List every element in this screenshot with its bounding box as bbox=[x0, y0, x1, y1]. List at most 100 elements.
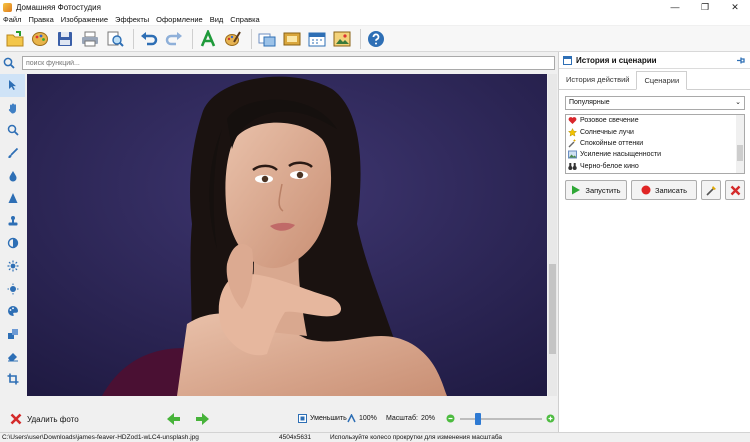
shrink-button[interactable]: Уменьшить bbox=[298, 414, 347, 423]
blur-tool[interactable] bbox=[0, 164, 25, 187]
tab-scenarios[interactable]: Сценарии bbox=[636, 71, 688, 90]
wand-icon bbox=[568, 139, 576, 148]
brush-palette-icon bbox=[225, 30, 241, 46]
delete-photo-button[interactable]: Удалить фото bbox=[10, 413, 79, 425]
sharpen-tool[interactable] bbox=[0, 187, 25, 210]
stamp-tool[interactable] bbox=[0, 210, 25, 233]
layers-button[interactable] bbox=[256, 28, 278, 50]
zoom-slider[interactable] bbox=[460, 413, 542, 425]
menu-view[interactable]: Вид bbox=[210, 15, 224, 24]
menu-image[interactable]: Изображение bbox=[61, 15, 108, 24]
scenario-item[interactable]: Розовое свечение bbox=[566, 115, 744, 126]
menu-design[interactable]: Оформление bbox=[156, 15, 203, 24]
scenario-item[interactable]: Спокойные оттенки bbox=[566, 138, 744, 149]
edit-scenario-button[interactable] bbox=[701, 180, 721, 200]
scenario-actions: Запустить Записать bbox=[565, 180, 745, 200]
photo-canvas[interactable] bbox=[27, 74, 547, 396]
menu-effects[interactable]: Эффекты bbox=[115, 15, 149, 24]
status-file-path: C:\Users\user\Downloads\james-feaver-HDZ… bbox=[2, 434, 199, 441]
record-scenario-button[interactable]: Записать bbox=[631, 180, 697, 200]
play-icon bbox=[572, 185, 581, 195]
redo-icon bbox=[165, 31, 182, 45]
fill-tool[interactable] bbox=[0, 323, 25, 346]
scenario-item[interactable]: Солнечные лучи bbox=[566, 126, 744, 137]
collage-button[interactable] bbox=[331, 28, 353, 50]
cursor-arrow-icon bbox=[8, 80, 16, 91]
canvas-bottom-bar: Удалить фото Уменьшить 100% Масштаб: 20% bbox=[0, 407, 558, 431]
close-window-button[interactable]: ✕ bbox=[720, 0, 750, 14]
window-title: Домашняя Фотостудия bbox=[16, 2, 101, 12]
scrollbar-thumb[interactable] bbox=[737, 145, 743, 161]
run-label: Запустить bbox=[585, 185, 621, 195]
delete-scenario-button[interactable] bbox=[725, 180, 745, 200]
scenario-list-scrollbar[interactable] bbox=[736, 115, 744, 173]
zoom-slider-thumb[interactable] bbox=[475, 413, 482, 425]
status-bar: C:\Users\user\Downloads\james-feaver-HDZ… bbox=[0, 432, 750, 442]
save-button[interactable] bbox=[54, 28, 76, 50]
toolbar-separator bbox=[192, 28, 193, 49]
help-button[interactable] bbox=[365, 28, 387, 50]
calendar-button[interactable] bbox=[306, 28, 328, 50]
eraser-tool[interactable] bbox=[0, 345, 25, 368]
binoculars-icon bbox=[568, 162, 577, 170]
stamp-icon bbox=[8, 215, 17, 226]
toolbar-separator bbox=[251, 28, 252, 49]
menu-edit[interactable]: Правка bbox=[28, 15, 53, 24]
hand-icon bbox=[8, 103, 16, 114]
history-scenarios-panel: История и сценарии История действий Сцен… bbox=[558, 52, 750, 432]
restore-button[interactable]: ❐ bbox=[690, 0, 720, 14]
pointer-tool[interactable] bbox=[0, 74, 25, 97]
brush-tool[interactable] bbox=[0, 142, 25, 165]
scrollbar-thumb[interactable] bbox=[549, 264, 556, 354]
red-x-icon bbox=[730, 185, 740, 195]
effects-catalog-button[interactable] bbox=[29, 28, 51, 50]
color-tool[interactable] bbox=[0, 277, 25, 300]
zoom-out-icon[interactable] bbox=[446, 414, 455, 423]
previous-photo-arrow-icon[interactable] bbox=[166, 412, 181, 426]
brightness-tool[interactable] bbox=[0, 255, 25, 278]
panel-header: История и сценарии bbox=[559, 52, 750, 69]
zoom-100-button[interactable]: 100% bbox=[347, 414, 377, 423]
scenario-label: Солнечные лучи bbox=[580, 128, 634, 136]
toolbar-separator bbox=[360, 28, 361, 49]
image-icon bbox=[568, 150, 577, 159]
run-scenario-button[interactable]: Запустить bbox=[565, 180, 627, 200]
print-button[interactable] bbox=[79, 28, 101, 50]
preview-button[interactable] bbox=[104, 28, 126, 50]
function-search-input[interactable] bbox=[22, 56, 555, 70]
canvas-vertical-scrollbar[interactable] bbox=[548, 74, 557, 396]
tab-history[interactable]: История действий bbox=[559, 71, 636, 89]
frames-button[interactable] bbox=[281, 28, 303, 50]
zoom-in-icon[interactable] bbox=[546, 414, 555, 423]
contrast-icon bbox=[7, 238, 18, 249]
add-text-button[interactable] bbox=[197, 28, 219, 50]
actual-size-icon bbox=[347, 414, 356, 423]
record-label: Записать bbox=[654, 185, 688, 195]
edit-tools-icon bbox=[705, 185, 716, 196]
title-bar: Домашняя Фотостудия — ❐ ✕ bbox=[0, 0, 750, 14]
red-x-icon bbox=[10, 413, 22, 425]
minimize-button[interactable]: — bbox=[660, 0, 690, 14]
crop-icon bbox=[7, 373, 18, 385]
scenario-item[interactable]: Усиление насыщенности bbox=[566, 149, 744, 160]
next-photo-arrow-icon[interactable] bbox=[195, 412, 210, 426]
undo-button[interactable] bbox=[138, 28, 160, 50]
zoom-tool[interactable] bbox=[0, 119, 25, 142]
menu-file[interactable]: Файл bbox=[3, 15, 21, 24]
decorate-button[interactable] bbox=[222, 28, 244, 50]
portrait-photo bbox=[27, 74, 547, 396]
palette-tool[interactable] bbox=[0, 300, 25, 323]
printer-icon bbox=[82, 31, 98, 46]
pin-icon[interactable] bbox=[736, 56, 745, 65]
redo-button[interactable] bbox=[163, 28, 185, 50]
contrast-tool[interactable] bbox=[0, 232, 25, 255]
hand-tool[interactable] bbox=[0, 97, 25, 120]
crop-tool[interactable] bbox=[0, 368, 25, 391]
main-toolbar bbox=[0, 26, 750, 52]
menu-help[interactable]: Справка bbox=[230, 15, 259, 24]
open-folder-button[interactable] bbox=[4, 28, 26, 50]
status-image-dimensions: 4504x5631 bbox=[279, 434, 312, 441]
text-letter-icon bbox=[200, 29, 216, 47]
scenario-category-select[interactable]: Популярные ⌄ bbox=[565, 96, 745, 110]
scenario-item[interactable]: Черно-белое кино bbox=[566, 161, 744, 172]
